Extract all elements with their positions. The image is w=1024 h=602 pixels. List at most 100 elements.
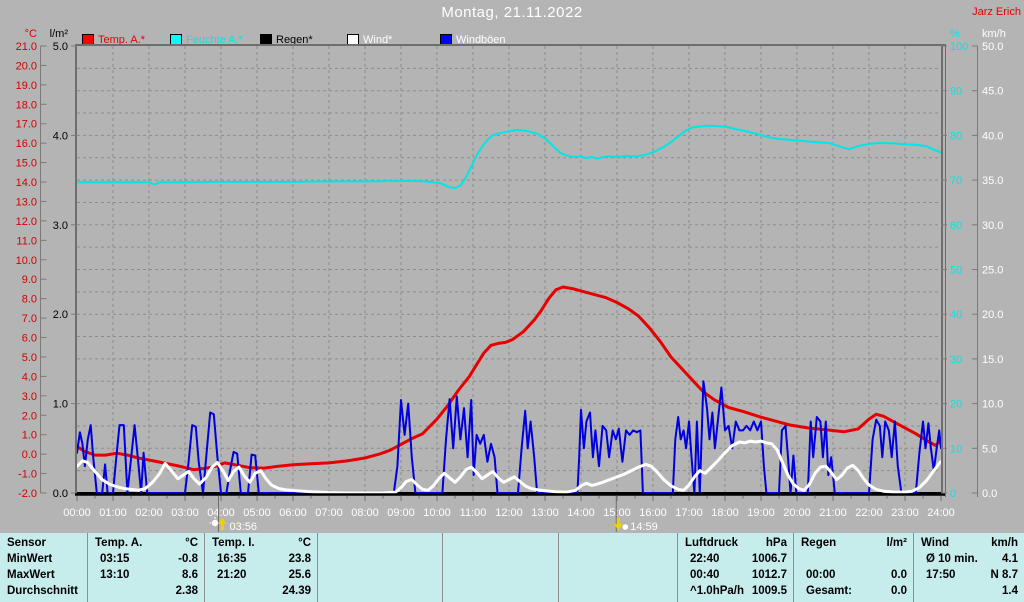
svg-text:0.0: 0.0 <box>53 488 68 500</box>
svg-text:°C: °C <box>25 28 37 40</box>
table-column-luftdruck: LuftdruckhPa22:401006.700:401012.7^1.0hP… <box>678 533 794 602</box>
svg-text:14:00: 14:00 <box>567 507 595 519</box>
table-cell-row: 00:401012.7 <box>678 567 793 583</box>
table-cell-row: 17:50N 8.7 <box>914 567 1024 583</box>
cell-value <box>552 551 558 567</box>
cell-time <box>559 583 571 599</box>
table-cell-row <box>443 551 558 567</box>
table-cell-row <box>559 567 677 583</box>
axis-rain: 0.01.02.03.04.05.0l/m² <box>50 28 77 500</box>
cell-time: ^1.0hPa/h <box>678 583 744 599</box>
table-cell-row: Gesamt: 0.0 <box>794 583 913 599</box>
cell-time <box>443 583 455 599</box>
svg-text:09:00: 09:00 <box>387 507 415 519</box>
x-axis-labels: 00:0001:0002:0003:0004:0005:0006:0007:00… <box>63 496 955 520</box>
svg-text:1.0: 1.0 <box>53 399 68 411</box>
axis-temp: -2.0-1.00.01.02.03.04.05.06.07.08.09.010… <box>16 28 47 500</box>
table-column-header: Windkm/h <box>914 535 1024 551</box>
cell-time: 21:20 <box>205 567 246 583</box>
cell-time <box>318 583 330 599</box>
cell-time <box>443 551 455 567</box>
table-cell-row: 03:15-0.8 <box>88 551 204 567</box>
cell-time: 00:40 <box>678 567 719 583</box>
svg-text:05:00: 05:00 <box>243 507 271 519</box>
sensor-unit: hPa <box>766 535 793 551</box>
svg-text:30.0: 30.0 <box>982 220 1003 232</box>
svg-text:4.0: 4.0 <box>22 371 37 383</box>
cell-time <box>88 583 100 599</box>
table-column-empty <box>318 533 443 602</box>
cell-value: 0.0 <box>891 567 913 583</box>
sensor-name <box>443 535 450 551</box>
table-column-header <box>318 535 442 551</box>
svg-text:50: 50 <box>950 265 962 277</box>
svg-text:90: 90 <box>950 86 962 98</box>
svg-text:5.0: 5.0 <box>22 352 37 364</box>
sensor-unit: °C <box>298 535 317 551</box>
table-cell-row: 13:10 8.6 <box>88 567 204 583</box>
svg-text:40: 40 <box>950 309 962 321</box>
table-cell-row <box>318 567 442 583</box>
cell-time: 17:50 <box>914 567 955 583</box>
svg-text:5.0: 5.0 <box>982 443 997 455</box>
cell-value: 8.6 <box>182 567 204 583</box>
cell-value: 4.1 <box>1002 551 1024 567</box>
sensor-unit <box>671 535 677 551</box>
sensor-name: Temp. I. <box>205 535 255 551</box>
table-cell-row <box>318 551 442 567</box>
cell-value: 1009.5 <box>752 583 793 599</box>
cell-value <box>671 551 677 567</box>
svg-text:40.0: 40.0 <box>982 130 1003 142</box>
cell-time: Ø 10 min. <box>914 551 978 567</box>
cell-value: 24.39 <box>282 583 317 599</box>
table-cell-row <box>794 551 913 567</box>
table-column-wind: Windkm/hØ 10 min.4.117:50N 8.71.4 <box>914 533 1024 602</box>
table-column-header: Temp. I. °C <box>205 535 317 551</box>
svg-text:13:00: 13:00 <box>531 507 559 519</box>
cell-value <box>671 567 677 583</box>
sensor-unit <box>552 535 558 551</box>
svg-text:2.0: 2.0 <box>53 309 68 321</box>
svg-text:18.0: 18.0 <box>16 99 37 111</box>
cell-time <box>559 567 571 583</box>
table-column-temp-i-: Temp. I. °C16:3523.821:2025.624.39 <box>205 533 318 602</box>
svg-text:15:00: 15:00 <box>603 507 631 519</box>
svg-text:25.0: 25.0 <box>982 265 1003 277</box>
svg-text:6.0: 6.0 <box>22 333 37 345</box>
sensor-name: Luftdruck <box>678 535 738 551</box>
cell-time: 03:15 <box>88 551 129 567</box>
svg-text:35.0: 35.0 <box>982 175 1003 187</box>
table-cell-row: 00:000.0 <box>794 567 913 583</box>
svg-text:12:00: 12:00 <box>495 507 523 519</box>
svg-text:3.0: 3.0 <box>53 220 68 232</box>
svg-text:11.0: 11.0 <box>16 235 37 247</box>
table-cell-row: 16:3523.8 <box>205 551 317 567</box>
cell-value: 1006.7 <box>752 551 793 567</box>
weather-station-window: Montag, 21.11.2022 Jarz Erich Temp. A.*F… <box>0 0 1024 602</box>
sensor-unit: km/h <box>991 535 1024 551</box>
cell-time <box>318 567 330 583</box>
cell-value: 0.0 <box>891 583 913 599</box>
table-cell-row: Ø 10 min. 4.1 <box>914 551 1024 567</box>
table-cell-row: 2.38 <box>88 583 204 599</box>
svg-text:20: 20 <box>950 399 962 411</box>
cell-time: 13:10 <box>88 567 129 583</box>
sensor-name: Regen <box>794 535 836 551</box>
table-row-labels-column: SensorMinWertMaxWertDurchschnitt <box>0 533 88 602</box>
svg-text:80: 80 <box>950 130 962 142</box>
svg-text:15.0: 15.0 <box>982 354 1003 366</box>
svg-text:0.0: 0.0 <box>22 449 37 461</box>
svg-text:%: % <box>950 28 960 40</box>
cell-value <box>552 567 558 583</box>
svg-text:04:00: 04:00 <box>207 507 235 519</box>
sensor-name: Temp. A. <box>88 535 142 551</box>
weather-chart: -2.0-1.00.01.02.03.04.05.06.07.08.09.010… <box>0 0 1024 533</box>
svg-text:45.0: 45.0 <box>982 86 1003 98</box>
table-cell-row: 21:2025.6 <box>205 567 317 583</box>
svg-text:16:00: 16:00 <box>639 507 667 519</box>
svg-text:10.0: 10.0 <box>16 255 37 267</box>
svg-text:15.0: 15.0 <box>16 158 37 170</box>
svg-text:17.0: 17.0 <box>16 119 37 131</box>
cell-time: Gesamt: <box>794 583 852 599</box>
cell-time <box>205 583 217 599</box>
